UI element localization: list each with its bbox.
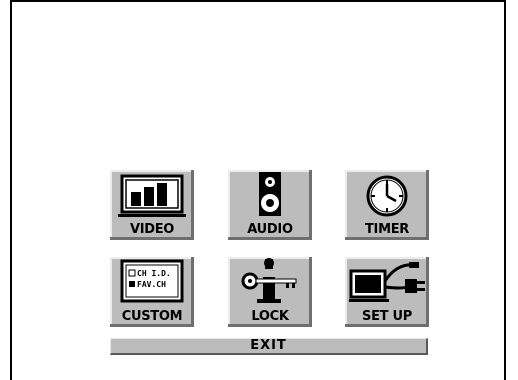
speaker-icon (259, 172, 281, 216)
custom-menu-button[interactable]: CH I.D. FAV.CH CUSTOM (110, 257, 194, 327)
timer-label: TIMER (364, 222, 410, 237)
frame-top-border (10, 0, 506, 2)
custom-list-icon: CH I.D. FAV.CH (120, 259, 184, 303)
lock-menu-button[interactable]: LOCK (228, 257, 312, 327)
custom-line-1: CH I.D. (137, 269, 171, 278)
video-monitor-icon (118, 174, 186, 217)
exit-button[interactable]: EXIT (110, 338, 428, 355)
clock-icon (366, 175, 408, 217)
audio-label: AUDIO (247, 222, 293, 237)
timer-menu-button[interactable]: TIMER (345, 170, 429, 240)
lock-label: LOCK (251, 309, 289, 324)
custom-line-2: FAV.CH (137, 280, 166, 289)
audio-menu-button[interactable]: AUDIO (228, 170, 312, 240)
video-menu-button[interactable]: VIDEO (110, 170, 194, 240)
setup-label: SET UP (362, 309, 412, 324)
custom-label: CUSTOM (121, 309, 183, 324)
video-label: VIDEO (129, 222, 175, 237)
setup-menu-button[interactable]: SET UP (345, 257, 429, 327)
frame-left-border (10, 0, 12, 380)
frame-right-border (504, 0, 506, 380)
tv-menu-screen: VIDEO AUDIO TIMER CH I.D. FAV.CH CUSTOM … (0, 0, 518, 380)
key-icon (241, 258, 297, 303)
setup-plug-icon (349, 262, 425, 302)
